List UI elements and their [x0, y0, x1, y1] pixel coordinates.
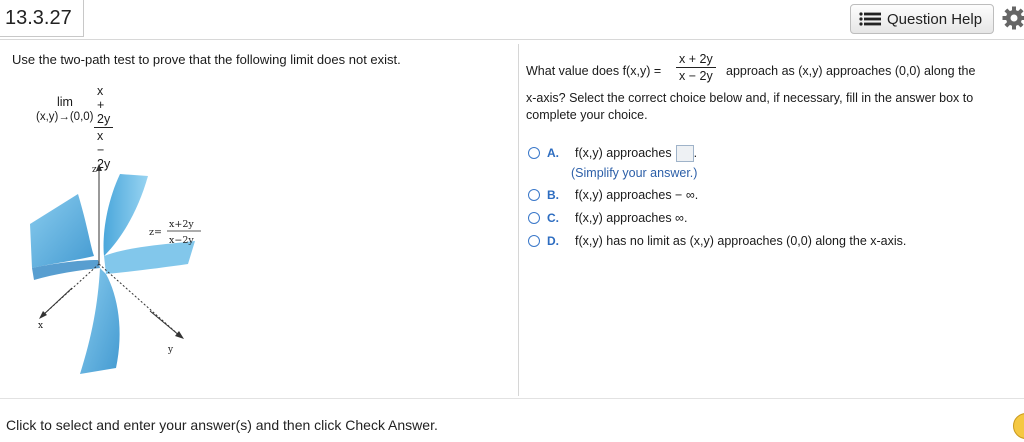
choice-a-text: f(x,y) approaches. [575, 144, 697, 162]
choice-d-radio[interactable] [528, 235, 540, 247]
header-bar: 13.3.27 Question Help [0, 0, 1024, 40]
question-line-1: What value does f(x,y) = x + 2y x − 2y a… [526, 52, 975, 83]
choice-d[interactable]: D. f(x,y) has no limit as (x,y) approach… [528, 232, 906, 250]
choice-d-text: f(x,y) has no limit as (x,y) approaches … [575, 234, 907, 248]
choice-b-text: f(x,y) approaches − ∞. [575, 188, 699, 202]
z-axis-label: z [92, 165, 97, 175]
question-help-button[interactable]: Question Help [850, 4, 994, 34]
surface-graph: z x y z= x+2y x−2y [30, 164, 201, 374]
x-axis-label: x [38, 321, 43, 331]
gear-icon[interactable] [1002, 6, 1024, 30]
footer-divider [0, 398, 1024, 399]
graph-eq-prefix: z= [149, 227, 162, 238]
problem-number: 13.3.27 [0, 0, 84, 37]
graph-eq-numerator: x+2y [169, 219, 194, 230]
choice-b[interactable]: B. f(x,y) approaches − ∞. [528, 186, 698, 204]
lim-word: lim [57, 95, 73, 109]
question-numerator: x + 2y [679, 52, 713, 66]
footer-instruction: Click to select and enter your answer(s)… [6, 417, 438, 433]
question-fraction: x + 2y x − 2y [676, 52, 716, 83]
choice-b-radio[interactable] [528, 189, 540, 201]
limit-numerator: x + 2y [97, 84, 111, 126]
question-prefix: What value does f(x,y) = [526, 64, 662, 78]
question-line-3: complete your choice. [526, 108, 648, 122]
choice-c-text: f(x,y) approaches ∞. [575, 211, 688, 225]
choice-b-letter: B. [547, 188, 559, 202]
help-circle-icon[interactable] [1013, 413, 1024, 439]
choice-c-letter: C. [547, 211, 559, 225]
question-denominator: x − 2y [679, 69, 713, 83]
pane-divider [518, 44, 519, 396]
graph-eq-denominator: x−2y [169, 235, 194, 246]
y-axis-label: y [167, 345, 174, 355]
lim-subscript: (x,y)→(0,0) [36, 111, 94, 123]
list-icon [859, 12, 881, 26]
choice-a-radio[interactable] [528, 147, 540, 159]
choice-a[interactable]: A. f(x,y) approaches. [528, 144, 697, 162]
question-pane: What value does f(x,y) = x + 2y x − 2y a… [520, 40, 1024, 398]
choice-c-radio[interactable] [528, 212, 540, 224]
problem-instruction: Use the two-path test to prove that the … [12, 52, 401, 67]
problem-statement-pane: Use the two-path test to prove that the … [0, 40, 518, 398]
question-suffix: approach as (x,y) approaches (0,0) along… [726, 64, 976, 78]
question-help-label: Question Help [887, 10, 983, 28]
answer-input-box[interactable] [675, 144, 694, 162]
choice-c[interactable]: C. f(x,y) approaches ∞. [528, 209, 687, 227]
choice-d-letter: D. [547, 234, 559, 248]
simplify-hint: (Simplify your answer.) [571, 166, 698, 180]
choice-a-letter: A. [547, 146, 559, 160]
question-line-2: x-axis? Select the correct choice below … [526, 91, 974, 105]
